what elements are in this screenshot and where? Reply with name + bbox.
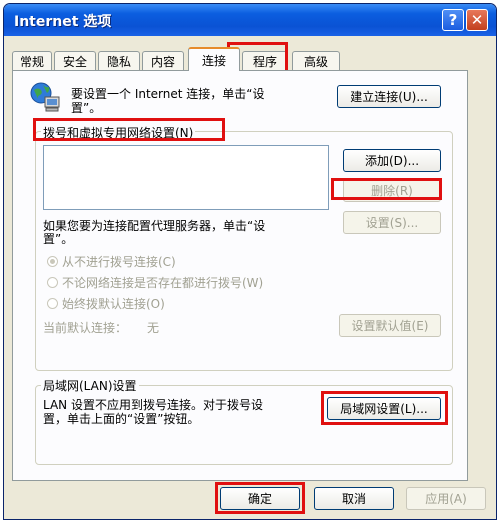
radio-always-dial-default-circle [47, 298, 58, 309]
radio-never-dial-circle [47, 256, 58, 267]
remove-button[interactable]: 删除(R) [343, 179, 441, 202]
set-default-button[interactable]: 设置默认值(E) [339, 314, 441, 337]
lan-settings-legend: 局域网(LAN)设置 [41, 377, 139, 394]
ok-button[interactable]: 确定 [220, 487, 300, 510]
radio-never-dial-label: 从不进行拨号连接(C) [62, 255, 176, 269]
tab-content[interactable]: 内容 [142, 51, 184, 70]
add-button[interactable]: 添加(D)... [343, 149, 441, 172]
radio-always-dial-default[interactable]: 始终拨默认连接(O) [47, 295, 165, 312]
tab-advanced[interactable]: 高级 [292, 51, 340, 70]
tab-general[interactable]: 常规 [12, 51, 52, 70]
lan-text-line2: 置，单击上面的“设置”按钮。 [43, 412, 200, 426]
window-title: Internet 选项 [14, 14, 112, 30]
help-button[interactable]: ? [442, 9, 464, 31]
radio-dial-whenever-label: 不论网络连接是否存在都进行拨号(W) [62, 276, 264, 290]
internet-options-window: Internet 选项 ? ✕ 常规 安全 隐私 内容 连接 程序 高级 要设置… [3, 3, 497, 520]
close-button[interactable]: ✕ [466, 9, 488, 31]
default-connection-value: 无 [147, 321, 160, 335]
radio-dial-whenever-circle [47, 277, 58, 288]
tab-connections[interactable]: 连接 [188, 47, 240, 71]
apply-button[interactable]: 应用(A) [406, 487, 486, 510]
globe-computer-icon [30, 82, 60, 112]
cancel-button[interactable]: 取消 [314, 487, 394, 510]
connect-text-line2: 置”。 [71, 101, 102, 115]
setup-connection-button[interactable]: 建立连接(U)... [337, 85, 441, 108]
radio-never-dial[interactable]: 从不进行拨号连接(C) [47, 253, 176, 270]
tab-programs[interactable]: 程序 [242, 51, 288, 70]
proxy-text-line2: 置”。 [43, 232, 74, 246]
tab-privacy[interactable]: 隐私 [98, 51, 140, 70]
title-bar: Internet 选项 ? ✕ [4, 4, 496, 36]
tab-security[interactable]: 安全 [54, 51, 96, 70]
connections-listbox[interactable] [43, 145, 329, 210]
lan-settings-button[interactable]: 局域网设置(L)... [327, 397, 441, 420]
radio-dial-whenever[interactable]: 不论网络连接是否存在都进行拨号(W) [47, 274, 263, 291]
radio-always-dial-default-label: 始终拨默认连接(O) [62, 297, 165, 311]
connections-panel: 要设置一个 Internet 连接，单击“设 置”。 建立连接(U)... 拨号… [12, 70, 468, 481]
default-connection-label: 当前默认连接： [43, 321, 128, 335]
settings-button[interactable]: 设置(S)... [343, 211, 441, 234]
proxy-text-line1: 如果您要为连接配置代理服务器，单击“设 [43, 219, 266, 233]
dialup-vpn-legend: 拨号和虚拟专用网络设置(N) [41, 124, 196, 141]
